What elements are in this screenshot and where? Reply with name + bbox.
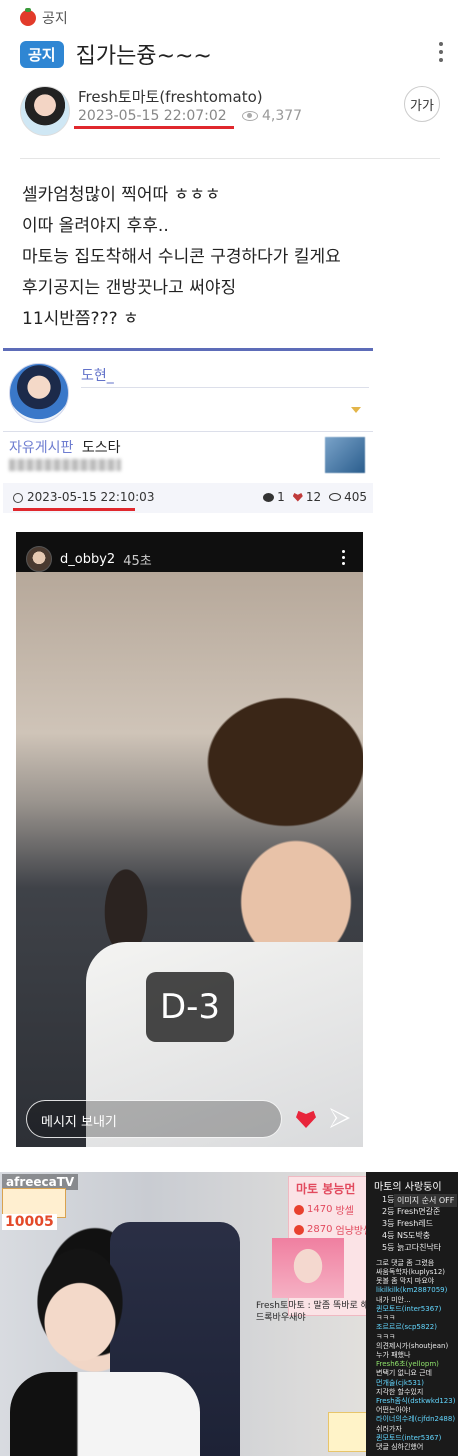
post-title-row: 공지 집가는즁~~~ <box>20 38 212 70</box>
more-options-icon[interactable] <box>438 42 444 62</box>
donation-row: 1470 방셀 <box>294 1202 354 1217</box>
story-header: d_obby2 45초 <box>26 546 152 572</box>
body-line: 11시반쯤??? ㅎ <box>22 309 139 329</box>
author-name[interactable]: Fresh토마토(freshtomato) <box>78 86 263 107</box>
post-date: 2023-05-15 22:07:02 <box>78 108 227 124</box>
font-size-button[interactable]: 가가 <box>404 86 440 122</box>
story-username[interactable]: d_obby2 <box>60 552 115 567</box>
chat-line: 댓글 심하긴했어 <box>376 1443 424 1451</box>
blurred-text <box>9 459 121 471</box>
post-title: 집가는즁~~~ <box>75 44 212 69</box>
embed-date: 2023-05-15 22:10:03 <box>27 490 155 504</box>
story-avatar[interactable] <box>26 546 52 572</box>
board-row: 자유게시판 도스타 <box>9 437 121 457</box>
view-count-value: 4,377 <box>262 108 303 124</box>
like-count: 12 <box>305 490 322 504</box>
chat-panel: 마토의 사랑둥이 이미지 순서 OFF 1등 2등 Fresh면갈준 3등 Fr… <box>366 1172 458 1456</box>
tomato-icon <box>294 1204 304 1215</box>
streamer-jacket <box>10 1372 200 1456</box>
comment-stat: 1 <box>263 490 285 504</box>
header-divider <box>20 158 440 159</box>
post-thumbnail <box>325 437 365 473</box>
tomato-icon <box>294 1224 304 1235</box>
stream-screenshot: afreecaTV 10005 마토 봉능먼 1470 방셀 2870 엄냥방셀… <box>0 1172 458 1456</box>
story-screenshot: d_obby2 45초 D-3 메시지 보내기 <box>16 532 363 1147</box>
notice-badge: 공지 <box>20 40 64 68</box>
overlay-caption: Fresh토마토 : 말좀 똑바로 해 드록바우새야 <box>256 1301 369 1323</box>
comment-count: 1 <box>277 490 285 504</box>
commenter-avatar <box>9 363 69 423</box>
category-label: 공지 <box>42 11 68 27</box>
date-underline-annotation <box>74 126 234 129</box>
story-time: 45초 <box>123 553 152 569</box>
rank-item: 2등 Fresh면갈준 <box>382 1207 441 1216</box>
caret-down-icon <box>351 407 361 413</box>
story-more-icon[interactable] <box>342 550 345 565</box>
like-stat: 12 <box>292 490 322 504</box>
body-line: 마토능 집도착해서 수니콘 구경하다가 킬게요 <box>22 247 341 267</box>
donation-label: 방셀 <box>335 1206 354 1217</box>
clock-icon <box>13 493 23 503</box>
streamer <box>20 1232 140 1382</box>
eye-icon <box>329 493 342 501</box>
donation-value: 1470 <box>307 1204 333 1215</box>
panel-portrait <box>272 1238 344 1298</box>
body-line: 이따 올려야지 후후.. <box>22 216 169 236</box>
message-input[interactable]: 메시지 보내기 <box>26 1100 282 1138</box>
rank-item: 1등 <box>382 1195 395 1204</box>
author-avatar[interactable] <box>20 86 70 136</box>
author-row: Fresh토마토(freshtomato) 2023-05-15 22:07:0… <box>20 86 440 142</box>
view-stat: 405 <box>329 490 367 504</box>
rank-item: 3등 Fresh레드 <box>382 1219 434 1228</box>
category-row[interactable]: 공지 <box>20 8 68 28</box>
donation-row: 2870 엄냥방셀 <box>294 1222 372 1237</box>
heart-icon <box>292 492 303 502</box>
chat-line: likilkilk(km2887059) <box>376 1285 448 1294</box>
embed-view-count: 405 <box>344 490 367 504</box>
donation-panel-title: 마토 봉능먼 <box>296 1182 356 1196</box>
board-post-title: 도스타 <box>81 440 121 456</box>
comment-icon <box>263 492 275 502</box>
nickname-divider <box>81 387 369 388</box>
post-body: 셀카엄청많이 찍어따 ㅎㅎㅎ 이따 올려야지 후후.. 마토능 집도착해서 수니… <box>22 180 341 335</box>
body-line: 후기공지는 갠방끗나고 써야징 <box>22 278 237 298</box>
body-line: 셀카엄청많이 찍어따 ㅎㅎㅎ <box>22 185 221 205</box>
embedded-cafe-post: 도현_ 자유게시판 도스타 2023-05-15 22:10:03 1 12 4… <box>3 348 373 514</box>
tomato-icon <box>20 8 36 26</box>
embed-stats: 1 12 405 <box>263 490 367 504</box>
commenter-nickname: 도현_ <box>81 368 114 384</box>
rank-item: 4등 NS도박충 <box>382 1231 431 1240</box>
rank-item: 5등 늙고다친낙타 <box>382 1243 442 1252</box>
donation-value: 2870 <box>307 1224 333 1235</box>
embed-date-underline <box>13 508 135 511</box>
eye-icon <box>242 111 258 121</box>
overlay-number: 10005 <box>2 1214 57 1230</box>
view-count: 4,377 <box>242 108 302 124</box>
board-name: 자유게시판 <box>9 440 74 456</box>
chat-title: 마토의 사랑둥이 <box>374 1182 442 1193</box>
d-day-sticker: D-3 <box>146 972 234 1042</box>
embed-divider <box>3 431 373 432</box>
